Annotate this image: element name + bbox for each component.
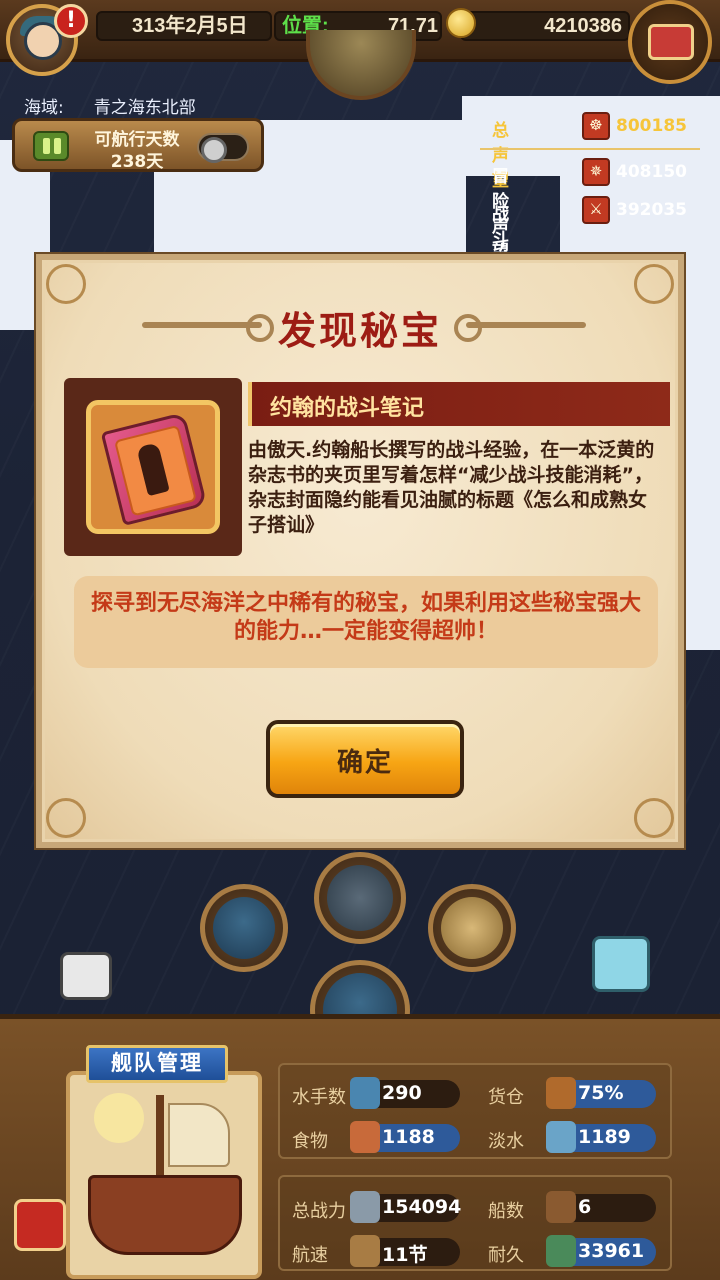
flavor-box: 探寻到无尽海洋之中稀有的秘宝，如果利用这些秘宝强大的能力…一定能变得超帅！ (74, 576, 658, 668)
armor-ship-icon (546, 1235, 576, 1267)
moon-icon (94, 1093, 144, 1143)
date-slot: 313年2月5日 (96, 11, 272, 41)
stat-sailors: 水手数 290 (278, 1077, 474, 1113)
skull-icon (350, 1191, 380, 1223)
sea-region-label: 海域: (24, 98, 64, 118)
battle-reputation-value: 392035 (616, 200, 687, 220)
fleet-warning-icon[interactable] (14, 1199, 66, 1251)
stat-water: 淡水 1189 (474, 1121, 670, 1157)
sea-region: 海域: 青之海东北部 (24, 93, 196, 118)
date-text: 313年2月5日 (132, 15, 248, 37)
stat-value: 1188 (382, 1126, 435, 1148)
compass-rose-icon: ✵ (582, 158, 610, 186)
stat-value: 11节 (382, 1244, 428, 1266)
boot-icon (546, 1191, 576, 1223)
corner-ornament (634, 798, 674, 838)
meat-icon (350, 1121, 380, 1153)
sailor-icon (350, 1077, 380, 1109)
stat-value: 290 (382, 1082, 422, 1104)
dialog-title: 发现秘宝 (277, 309, 442, 353)
book-icon (100, 412, 208, 526)
stat-cargo: 货仓 75% (474, 1077, 670, 1113)
item-description: 由傲天.约翰船长撰写的战斗经验，在一本泛黄的杂志书的夹页里写着怎样“减少战斗技能… (248, 439, 655, 536)
stat-food: 食物 1188 (278, 1121, 474, 1157)
anchor-button[interactable] (314, 852, 406, 944)
stat-label: 船数 (488, 1201, 524, 1222)
gold-slot: 4210386 (460, 11, 630, 41)
treasure-found-dialog: 发现秘宝 约翰的战斗笔记 由傲天.约翰船长撰写的战斗经验，在一本泛黄的杂志书的夹… (36, 254, 684, 848)
stat-label: 淡水 (488, 1131, 524, 1152)
stat-value: 75% (578, 1082, 624, 1104)
stat-label: 水手数 (292, 1087, 346, 1108)
fleet-stats: 水手数 290 货仓 75% 食物 1188 淡水 1189 总战力 15409… (278, 1063, 672, 1275)
stat-label: 食物 (292, 1131, 328, 1152)
world-map-button[interactable] (428, 884, 516, 972)
gold-coin-icon (446, 8, 476, 38)
adventure-reputation-value: 408150 (616, 162, 687, 182)
ship-hull-icon (88, 1175, 242, 1255)
stat-label: 航速 (292, 1245, 328, 1266)
blue-ghost-icon (592, 936, 650, 992)
corner-ornament (46, 798, 86, 838)
sea-region-value: 青之海东北部 (93, 98, 196, 118)
stat-label: 总战力 (292, 1201, 346, 1222)
item-name: 约翰的战斗笔记 (270, 396, 425, 421)
sailboat-icon (350, 1235, 380, 1267)
confirm-button-label: 确定 (336, 748, 393, 778)
gold-value: 4210386 (544, 15, 622, 37)
corner-ornament (634, 264, 674, 304)
treasure-chest-button[interactable] (628, 0, 712, 84)
ship-preview[interactable] (66, 1071, 262, 1279)
anchor-icon (327, 865, 393, 931)
telescope-button[interactable] (200, 884, 288, 972)
corner-ornament (46, 264, 86, 304)
item-image (86, 400, 220, 534)
shield-icon: ☸ (582, 112, 610, 140)
stat-value: 1189 (578, 1126, 631, 1148)
stat-label: 耐久 (488, 1245, 524, 1266)
alert-icon[interactable]: ! (54, 4, 88, 38)
stat-label: 货仓 (488, 1087, 524, 1108)
stat-ships: 船数 6 (474, 1191, 670, 1227)
item-image-frame (64, 378, 242, 556)
stat-value: 154094 (382, 1196, 462, 1218)
globe-icon (441, 897, 503, 959)
stat-power: 总战力 154094 (278, 1191, 474, 1227)
fleet-management-panel: 舰队管理 水手数 290 货仓 75% 食物 1188 淡水 1189 总战力 … (0, 1014, 720, 1280)
water-jug-icon (546, 1121, 576, 1153)
stat-durability: 耐久 33961 (474, 1235, 670, 1271)
confirm-button[interactable]: 确定 (266, 720, 464, 798)
sailing-days-panel: 可航行天数 238天 (12, 118, 264, 172)
total-reputation-value: 800185 (616, 116, 687, 136)
pause-icon[interactable] (33, 131, 69, 161)
sail-icon (168, 1103, 230, 1167)
speed-toggle[interactable] (197, 133, 249, 163)
stat-speed: 航速 11节 (278, 1235, 474, 1271)
stat-value: 33961 (578, 1240, 645, 1262)
flavor-text: 探寻到无尽海洋之中稀有的秘宝，如果利用这些秘宝强大的能力…一定能变得超帅！ (90, 591, 641, 644)
telescope-icon (213, 897, 275, 959)
mast-icon (156, 1095, 164, 1185)
crate-icon (546, 1077, 576, 1109)
item-name-bar: 约翰的战斗笔记 (248, 382, 670, 426)
treasure-chest-icon (648, 24, 694, 60)
white-ghost-icon (60, 952, 112, 1000)
sailing-days-value: 238天 (110, 152, 164, 172)
fleet-management-title[interactable]: 舰队管理 (86, 1045, 228, 1083)
fog-area (684, 250, 720, 650)
crossed-swords-icon: ⚔ (582, 196, 610, 224)
stat-value: 6 (578, 1196, 592, 1218)
divider (480, 148, 700, 150)
